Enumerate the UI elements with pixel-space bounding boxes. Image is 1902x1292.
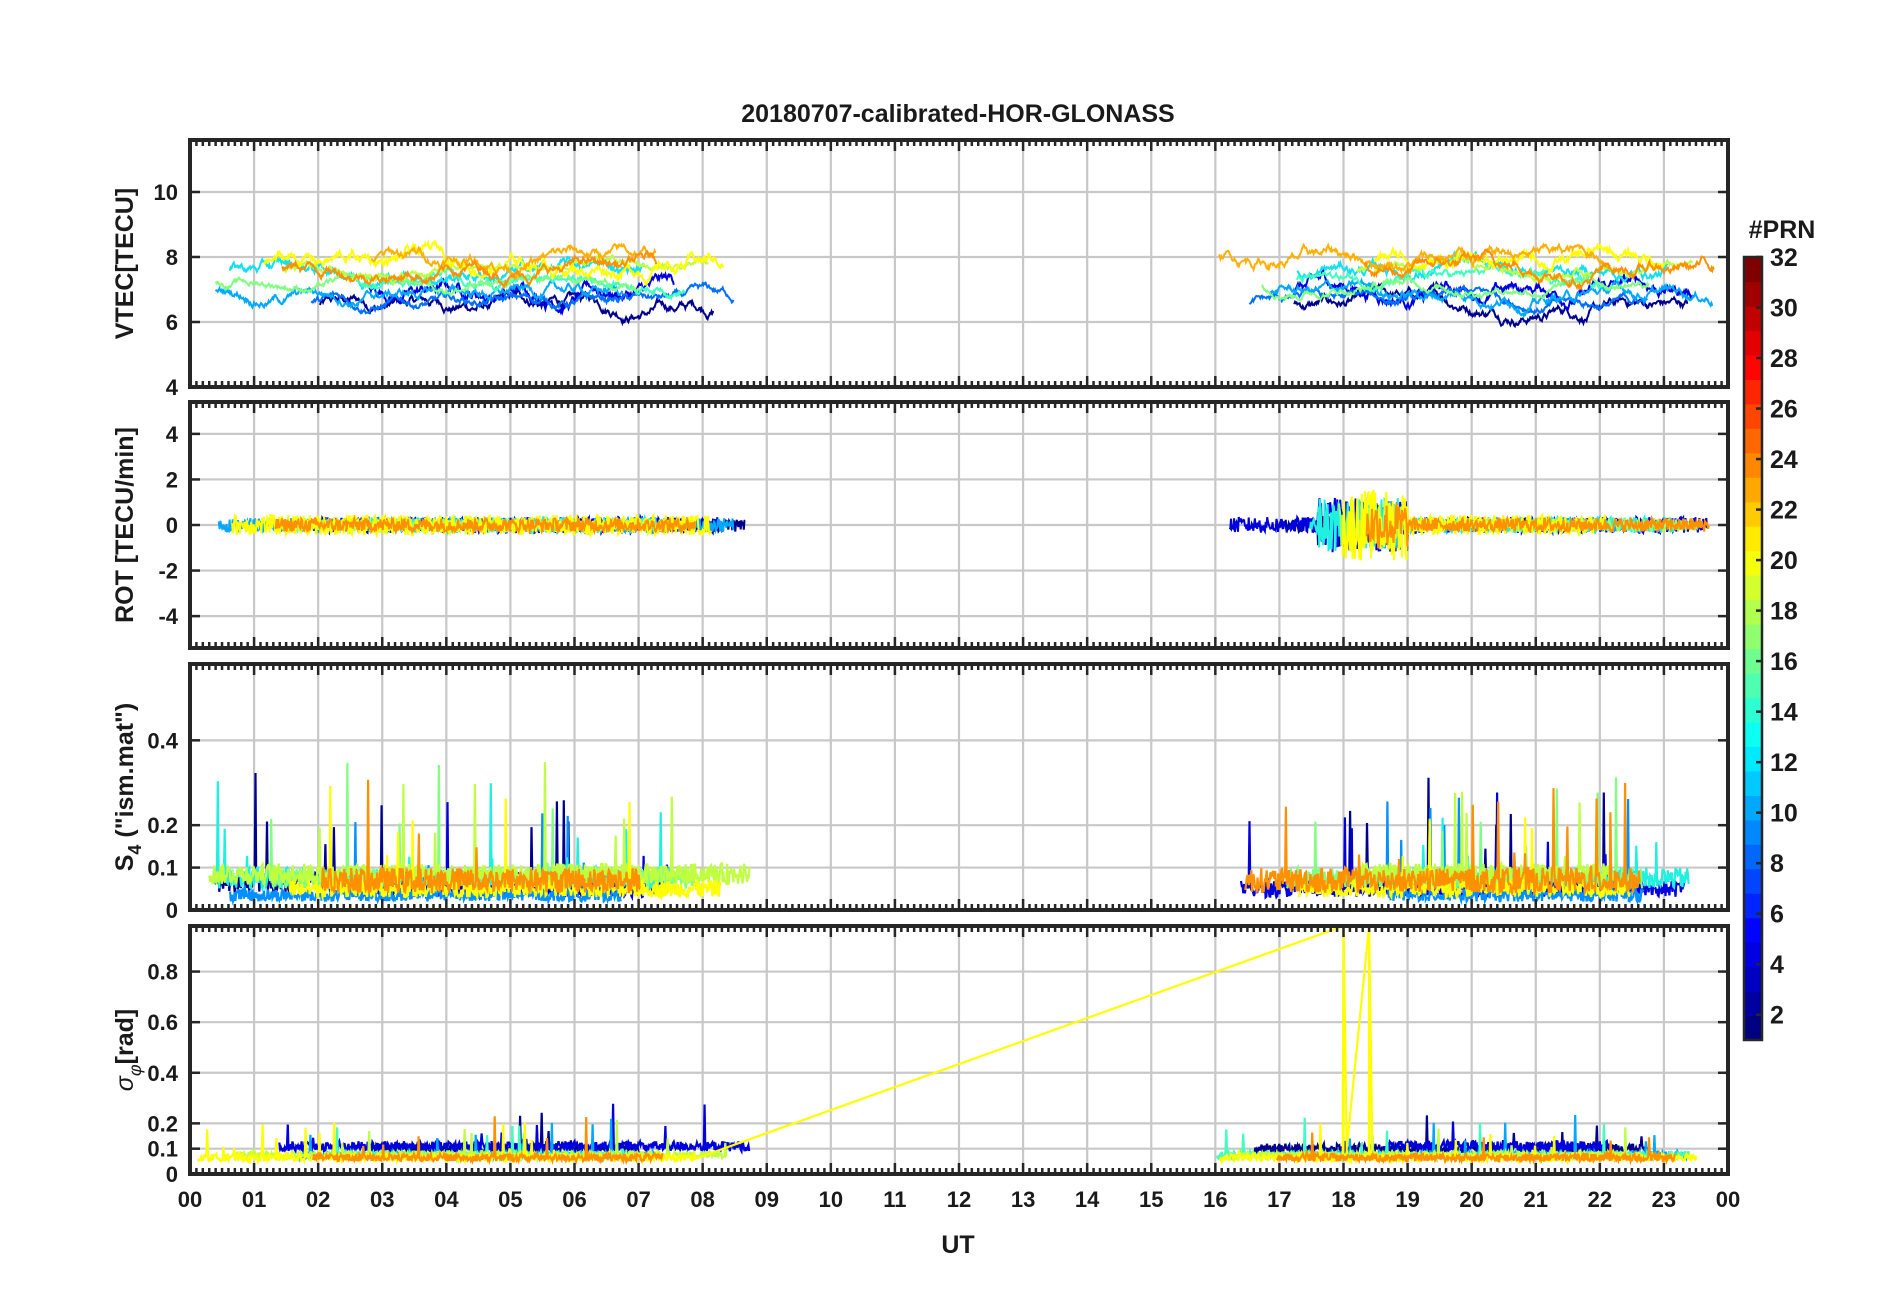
- x-tick-label: 22: [1588, 1187, 1612, 1212]
- colorbar-step: [1744, 746, 1762, 772]
- colorbar-step: [1744, 624, 1762, 650]
- colorbar-tick-label: 16: [1770, 648, 1798, 676]
- x-tick-label: 11: [883, 1187, 906, 1212]
- colorbar-tick-label: 6: [1770, 901, 1784, 929]
- x-tick-label: 16: [1203, 1187, 1227, 1212]
- x-tick-label: 21: [1524, 1187, 1548, 1212]
- colorbar-tick-label: 10: [1770, 800, 1798, 828]
- colorbar-step: [1744, 1015, 1762, 1041]
- x-tick-label: 10: [819, 1187, 843, 1212]
- colorbar-step: [1744, 917, 1762, 943]
- y-tick-label: 10: [154, 180, 178, 205]
- colorbar-tick-label: 26: [1770, 396, 1798, 424]
- y-tick-label: -4: [158, 604, 178, 629]
- colorbar-step: [1744, 966, 1762, 992]
- x-tick-label: 17: [1267, 1187, 1291, 1212]
- colorbar-step: [1744, 550, 1762, 576]
- x-tick-label: 00: [1716, 1187, 1740, 1212]
- colorbar-step: [1744, 379, 1762, 405]
- colorbar-step: [1744, 452, 1762, 478]
- colorbar-step: [1744, 868, 1762, 894]
- colorbar-tick-label: 32: [1770, 244, 1798, 272]
- figure: 20180707-calibrated-HOR-GLONASS 4 6 8 10 VTE…: [0, 0, 1902, 1292]
- x-tick-label: 15: [1139, 1187, 1163, 1212]
- y-tick-label: 0: [166, 1162, 178, 1187]
- colorbar-tick-label: 18: [1770, 598, 1798, 626]
- y-tick-label: 0: [166, 898, 178, 923]
- x-axis-label: UT: [941, 1231, 974, 1259]
- x-tick-label: 03: [370, 1187, 394, 1212]
- colorbar-step: [1744, 281, 1762, 307]
- colorbar-tick-label: 24: [1770, 446, 1798, 474]
- colorbar-step: [1744, 721, 1762, 747]
- y-tick-label: 0.4: [147, 1061, 178, 1086]
- colorbar-tick-label: 2: [1770, 1002, 1784, 1030]
- colorbar-step: [1744, 428, 1762, 454]
- colorbar-step: [1744, 501, 1762, 527]
- colorbar-step: [1744, 819, 1762, 845]
- colorbar-step: [1744, 526, 1762, 552]
- y-tick-label: 0.1: [147, 1137, 178, 1162]
- x-tick-label: 14: [1075, 1187, 1100, 1212]
- y-axis-label: VTEC[TECU]: [111, 188, 139, 339]
- x-tick-label: 23: [1652, 1187, 1676, 1212]
- colorbar-step: [1744, 330, 1762, 356]
- colorbar-tick-label: 4: [1770, 951, 1784, 979]
- colorbar-step: [1744, 770, 1762, 796]
- x-tick-label: 18: [1331, 1187, 1355, 1212]
- colorbar-step: [1744, 305, 1762, 332]
- x-tick-label: 00: [178, 1187, 202, 1212]
- y-tick-label: 0.2: [147, 813, 178, 838]
- colorbar-tick-label: 30: [1770, 295, 1798, 323]
- colorbar-tick-label: 22: [1770, 497, 1798, 525]
- colorbar-step: [1744, 697, 1762, 723]
- y-tick-label: 0.6: [147, 1010, 178, 1035]
- colorbar-step: [1744, 795, 1762, 821]
- colorbar-step: [1744, 575, 1762, 601]
- colorbar-step: [1744, 672, 1762, 699]
- colorbar-tick-label: 20: [1770, 547, 1798, 575]
- y-tick-label: 0.4: [147, 728, 178, 753]
- chart-title: 20180707-calibrated-HOR-GLONASS: [741, 100, 1174, 128]
- y-tick-label: -2: [158, 559, 178, 584]
- x-tick-label: 20: [1459, 1187, 1483, 1212]
- y-tick-label: 8: [166, 245, 178, 270]
- y-tick-label: 0: [166, 513, 178, 538]
- y-tick-label: 4: [166, 422, 179, 447]
- y-axis-label: ROT [TECU/min]: [111, 427, 139, 623]
- y-tick-label: 0.8: [147, 960, 178, 985]
- x-tick-label: 06: [562, 1187, 586, 1212]
- colorbar-tick-label: 8: [1770, 850, 1784, 878]
- x-tick-label: 01: [242, 1187, 266, 1212]
- x-tick-label: 12: [947, 1187, 971, 1212]
- x-tick-label: 02: [306, 1187, 330, 1212]
- colorbar-step: [1744, 599, 1762, 625]
- x-tick-label: 09: [755, 1187, 779, 1212]
- colorbar-step: [1744, 257, 1762, 283]
- colorbar-step: [1744, 991, 1762, 1017]
- colorbar-step: [1744, 477, 1762, 503]
- y-tick-label: 6: [166, 310, 178, 335]
- x-tick-label: 13: [1011, 1187, 1035, 1212]
- y-tick-label: 0.1: [147, 856, 178, 881]
- colorbar-label: #PRN: [1749, 216, 1816, 244]
- x-tick-label: 04: [434, 1187, 459, 1212]
- colorbar-tick-label: 12: [1770, 749, 1798, 777]
- colorbar-tick-label: 28: [1770, 345, 1798, 373]
- y-tick-label: 2: [166, 467, 178, 492]
- x-tick-label: 07: [626, 1187, 650, 1212]
- colorbar-tick-label: 14: [1770, 699, 1798, 727]
- x-tick-label: 08: [690, 1187, 714, 1212]
- x-tick-label: 05: [498, 1187, 522, 1212]
- y-tick-label: 4: [166, 375, 179, 400]
- colorbar-step: [1744, 844, 1762, 870]
- x-tick-label: 19: [1395, 1187, 1419, 1212]
- y-tick-label: 0.2: [147, 1111, 178, 1136]
